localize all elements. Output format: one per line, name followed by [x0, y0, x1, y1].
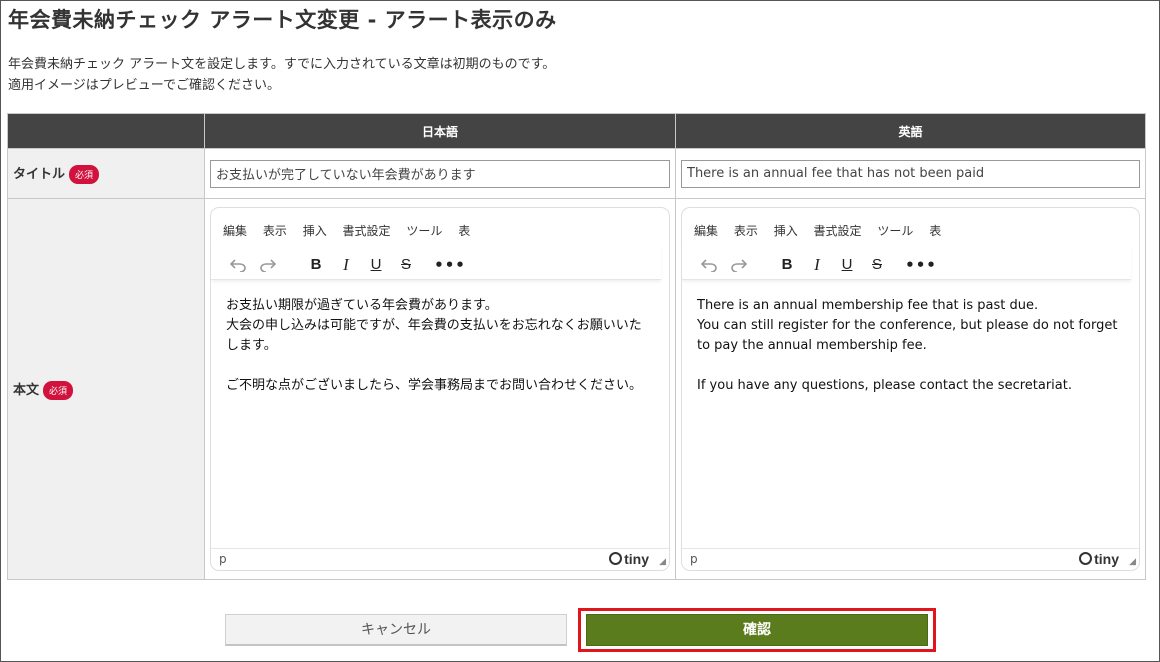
menu-table[interactable]: 表 — [929, 224, 941, 238]
undo-icon[interactable] — [694, 252, 724, 278]
redo-icon[interactable] — [724, 252, 754, 278]
title-label: タイトル — [13, 167, 66, 182]
required-badge: 必須 — [43, 380, 74, 400]
menu-table[interactable]: 表 — [458, 224, 470, 238]
italic-button[interactable]: I — [331, 252, 361, 278]
menu-insert[interactable]: 挿入 — [303, 224, 327, 238]
editor-content-english[interactable]: There is an annual membership fee that i… — [682, 280, 1139, 534]
element-path[interactable]: p — [690, 552, 698, 566]
element-path[interactable]: p — [219, 552, 227, 566]
page-description: 年会費未納チェック アラート文を設定します。すでに入力されている文章は初期のもの… — [8, 54, 555, 96]
menu-tools[interactable]: ツール — [877, 224, 913, 238]
menu-format[interactable]: 書式設定 — [814, 224, 862, 238]
underline-button[interactable]: U — [361, 252, 391, 278]
underline-button[interactable]: U — [832, 252, 862, 278]
table-header-row: 日本語 英語 — [7, 113, 1146, 149]
editor-statusbar: p tiny ◢ — [682, 548, 1139, 570]
title-english-cell — [675, 148, 1146, 199]
more-options-button[interactable]: ••• — [905, 252, 936, 278]
body-japanese-paragraph-2: ご不明な点がございましたら、学会事務局までお問い合わせください。 — [226, 378, 643, 393]
alert-settings-table: 日本語 英語 タイトル必須 本文必須 編集 表示 挿入 書式設定 ツール — [7, 113, 1146, 580]
body-japanese-cell: 編集 表示 挿入 書式設定 ツール 表 B I U S ••• お支払い期限が過… — [204, 198, 676, 580]
editor-content-japanese[interactable]: お支払い期限が過ぎている年会費があります。 大会の申し込みは可能ですが、年会費の… — [211, 280, 669, 534]
strikethrough-button[interactable]: S — [862, 252, 892, 278]
rich-text-editor-japanese: 編集 表示 挿入 書式設定 ツール 表 B I U S ••• お支払い期限が過… — [210, 207, 670, 571]
body-japanese-paragraph-1: お支払い期限が過ぎている年会費があります。 大会の申し込みは可能ですが、年会費の… — [226, 298, 642, 353]
required-badge: 必須 — [69, 165, 100, 184]
title-row-label: タイトル 必須 — [7, 148, 205, 199]
body-english-blank-line — [697, 356, 1124, 376]
editor-menubar: 編集 表示 挿入 書式設定 ツール 表 — [682, 208, 1139, 246]
resize-handle-icon[interactable]: ◢ — [1129, 557, 1136, 567]
title-japanese-input[interactable] — [210, 159, 670, 188]
tiny-logo-icon — [1079, 552, 1093, 565]
cancel-button[interactable]: キャンセル — [225, 614, 567, 646]
header-english: 英語 — [675, 113, 1146, 149]
description-line-1: 年会費未納チェック アラート文を設定します。すでに入力されている文章は初期のもの… — [8, 57, 556, 72]
confirm-button[interactable]: 確認 — [586, 614, 928, 646]
header-blank — [7, 113, 205, 149]
editor-toolbar: B I U S ••• — [211, 246, 661, 280]
tiny-logo[interactable]: tiny — [1079, 551, 1119, 567]
body-english-cell: 編集 表示 挿入 書式設定 ツール 表 B I U S ••• There is… — [675, 198, 1146, 580]
description-line-2: 適用イメージはプレビューでご確認ください。 — [8, 78, 280, 93]
menu-view[interactable]: 表示 — [734, 224, 758, 238]
body-row: 本文 必須 編集 表示 挿入 書式設定 ツール 表 B I U S ••• お支… — [7, 198, 1146, 580]
undo-icon[interactable] — [223, 252, 253, 278]
title-japanese-cell — [204, 148, 676, 199]
body-english-paragraph-1: There is an annual membership fee that i… — [697, 298, 1118, 353]
rich-text-editor-english: 編集 表示 挿入 書式設定 ツール 表 B I U S ••• There is… — [681, 207, 1140, 571]
tiny-brand: tiny — [624, 551, 649, 567]
bold-button[interactable]: B — [772, 252, 802, 278]
menu-view[interactable]: 表示 — [263, 224, 287, 238]
more-options-button[interactable]: ••• — [434, 252, 465, 278]
menu-insert[interactable]: 挿入 — [774, 224, 798, 238]
body-label: 本文 — [13, 382, 40, 398]
body-english-paragraph-2: If you have any questions, please contac… — [697, 378, 1072, 393]
strikethrough-button[interactable]: S — [391, 252, 421, 278]
body-row-label: 本文 必須 — [7, 198, 205, 580]
tiny-logo[interactable]: tiny — [609, 551, 649, 567]
editor-toolbar: B I U S ••• — [682, 246, 1131, 280]
header-japanese: 日本語 — [204, 113, 676, 149]
title-english-input[interactable] — [681, 159, 1140, 188]
tiny-brand: tiny — [1094, 551, 1119, 567]
bold-button[interactable]: B — [301, 252, 331, 278]
resize-handle-icon[interactable]: ◢ — [659, 557, 666, 567]
menu-edit[interactable]: 編集 — [694, 224, 718, 238]
menu-edit[interactable]: 編集 — [223, 224, 247, 238]
title-row: タイトル 必須 — [7, 148, 1146, 199]
menu-format[interactable]: 書式設定 — [343, 224, 391, 238]
body-japanese-blank-line — [226, 356, 654, 376]
tiny-logo-icon — [609, 552, 623, 565]
editor-statusbar: p tiny ◢ — [211, 548, 669, 570]
editor-menubar: 編集 表示 挿入 書式設定 ツール 表 — [211, 208, 669, 246]
menu-tools[interactable]: ツール — [406, 224, 442, 238]
redo-icon[interactable] — [253, 252, 283, 278]
page-title: 年会費未納チェック アラート文変更 - アラート表示のみ — [8, 8, 557, 32]
italic-button[interactable]: I — [802, 252, 832, 278]
